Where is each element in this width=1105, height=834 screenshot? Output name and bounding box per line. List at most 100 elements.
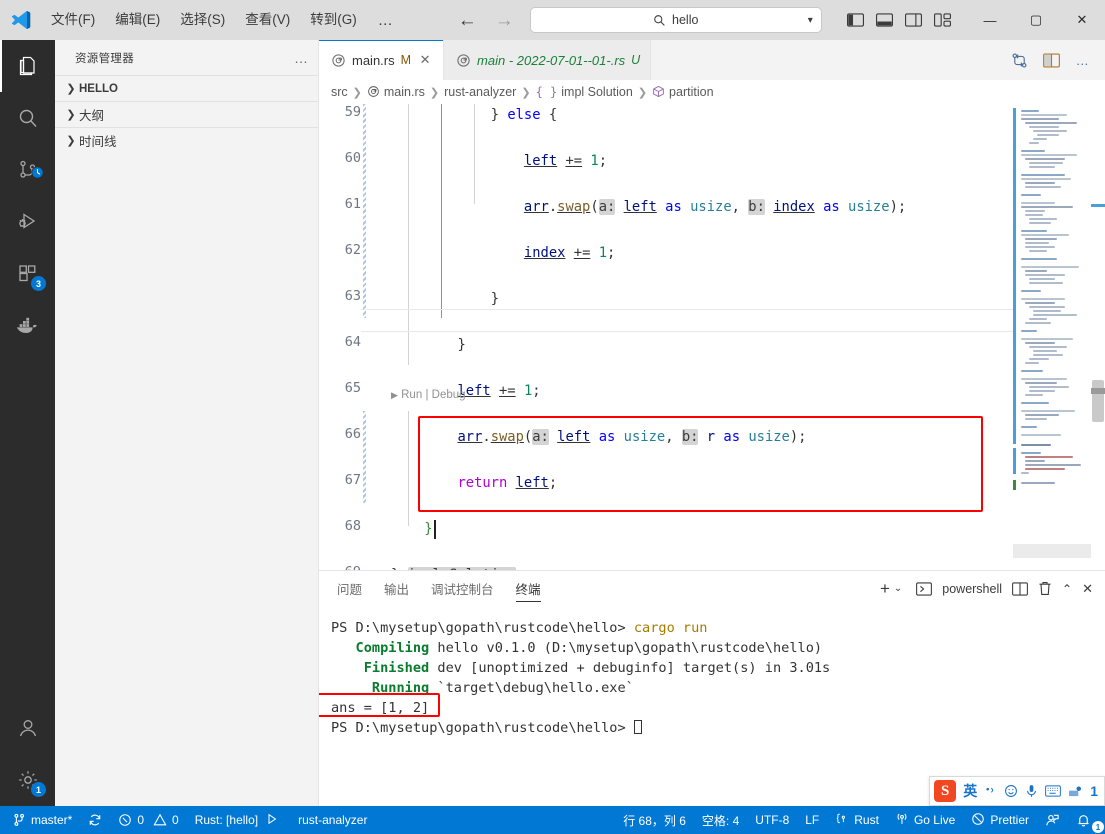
new-terminal-chevron-icon[interactable]: ⌄ bbox=[894, 578, 902, 600]
code-editor[interactable]: 59 } else { 60 left += 1; 61 arr.swap(a:… bbox=[319, 104, 1105, 570]
terminal-prompt: PS D:\mysetup\gopath\rustcode\hello> bbox=[331, 620, 634, 636]
menu-edit[interactable]: 编辑(E) bbox=[106, 6, 169, 34]
status-sync-button[interactable] bbox=[80, 806, 110, 834]
rust-icon bbox=[456, 53, 471, 68]
minimap-slider[interactable] bbox=[1013, 544, 1091, 558]
sidebar-item-explorer[interactable] bbox=[0, 40, 55, 92]
code-row[interactable]: 63 } bbox=[319, 288, 1105, 311]
status-remote-indicator[interactable]: master* bbox=[0, 806, 80, 834]
keyboard-icon[interactable] bbox=[1045, 785, 1062, 797]
window-minimize-button[interactable]: — bbox=[967, 0, 1013, 40]
sidebar-item-run-and-debug[interactable] bbox=[0, 196, 55, 248]
terminal-name-label[interactable]: powershell bbox=[942, 582, 1002, 596]
sogou-logo-icon[interactable]: S bbox=[934, 780, 957, 802]
ime-mode-label[interactable]: 英 bbox=[963, 781, 977, 801]
status-feedback-button[interactable] bbox=[1037, 806, 1068, 834]
tab-main-rs[interactable]: main.rs M ✕ bbox=[319, 40, 445, 80]
status-rust-toolchain[interactable]: Rust: [hello] bbox=[187, 806, 286, 834]
window-close-button[interactable]: ✕ bbox=[1059, 0, 1105, 40]
back-arrow-icon[interactable]: ← bbox=[458, 11, 477, 30]
skin-icon[interactable] bbox=[1068, 785, 1083, 798]
line-number: 65 bbox=[344, 380, 361, 396]
menu-view[interactable]: 查看(V) bbox=[236, 6, 299, 34]
window-maximize-button[interactable]: ▢ bbox=[1013, 0, 1059, 40]
split-terminal-icon[interactable] bbox=[1012, 578, 1028, 600]
toggle-panel-icon[interactable] bbox=[873, 9, 895, 31]
sidebar-section-hello[interactable]: ❯ HELLO bbox=[55, 75, 318, 101]
split-editor-icon[interactable] bbox=[1041, 50, 1061, 70]
trash-icon[interactable] bbox=[1038, 578, 1052, 600]
code-row[interactable]: 64 } bbox=[319, 334, 1105, 357]
code-row[interactable]: 61 arr.swap(a: left as usize, b: index a… bbox=[319, 196, 1105, 219]
voice-comma-icon[interactable] bbox=[984, 785, 997, 798]
breadcrumb-item-rust-analyzer[interactable]: rust-analyzer bbox=[444, 85, 516, 99]
toggle-secondary-sidebar-icon[interactable] bbox=[902, 9, 924, 31]
menu-file[interactable]: 文件(F) bbox=[42, 6, 104, 34]
breadcrumb-item-impl-solution[interactable]: { } impl Solution bbox=[536, 85, 633, 99]
code-row[interactable]: 59 } else { bbox=[319, 104, 1105, 127]
menu-go[interactable]: 转到(G) bbox=[301, 6, 366, 34]
menu-selection[interactable]: 选择(S) bbox=[171, 6, 234, 34]
command-center-search[interactable]: hello ▾ bbox=[529, 7, 822, 33]
code-row[interactable]: 67 return left; bbox=[319, 472, 1105, 495]
code-row[interactable]: 68 } bbox=[319, 518, 1105, 541]
sidebar-item-extensions[interactable]: 3 bbox=[0, 248, 55, 300]
code-row[interactable]: 69 } impl Solution bbox=[319, 564, 1105, 570]
sidebar-section-outline[interactable]: ❯ 大纲 bbox=[55, 101, 318, 127]
terminal-status-finished: Finished bbox=[331, 660, 430, 676]
status-problems[interactable]: 0 0 bbox=[110, 806, 186, 834]
tab-problems[interactable]: 问题 bbox=[337, 571, 362, 606]
editor-scrollbar[interactable] bbox=[1091, 104, 1105, 570]
menu-more[interactable]: … bbox=[368, 10, 404, 31]
chevron-down-icon[interactable]: ▾ bbox=[808, 15, 813, 26]
toggle-primary-sidebar-icon[interactable] bbox=[844, 9, 866, 31]
code-row[interactable]: 66 arr.swap(a: left as usize, b: r as us… bbox=[319, 426, 1105, 449]
status-encoding[interactable]: UTF-8 bbox=[747, 806, 797, 834]
status-branch-label: master* bbox=[31, 813, 73, 827]
code-pane[interactable]: 59 } else { 60 left += 1; 61 arr.swap(a:… bbox=[319, 104, 1105, 570]
status-indentation[interactable]: 空格: 4 bbox=[694, 806, 747, 834]
status-language-mode[interactable]: Rust bbox=[827, 806, 887, 834]
tab-main-backup-rs[interactable]: main - 2022-07-01--01-.rs U bbox=[444, 40, 652, 80]
sidebar-item-source-control[interactable] bbox=[0, 144, 55, 196]
emoji-icon[interactable] bbox=[1004, 784, 1018, 798]
forward-arrow-icon[interactable]: → bbox=[495, 11, 514, 30]
title-bar: 文件(F) 编辑(E) 选择(S) 查看(V) 转到(G) … ← → hell… bbox=[0, 0, 1105, 40]
status-eol[interactable]: LF bbox=[797, 806, 827, 834]
breadcrumb-item-main-rs[interactable]: main.rs bbox=[367, 85, 425, 99]
mic-icon[interactable] bbox=[1025, 784, 1038, 798]
manage-settings-button[interactable]: 1 bbox=[0, 754, 55, 806]
status-rust-analyzer[interactable]: rust-analyzer bbox=[286, 806, 375, 834]
minimap[interactable] bbox=[1013, 104, 1091, 570]
scrollbar-thumb[interactable] bbox=[1092, 380, 1104, 422]
status-cursor-position[interactable]: 行 68，列 6 bbox=[615, 806, 694, 834]
status-notifications-button[interactable]: 1 bbox=[1068, 806, 1105, 834]
sidebar-item-search[interactable] bbox=[0, 92, 55, 144]
ime-toolbar[interactable]: S 英 1 bbox=[929, 776, 1105, 806]
tab-debug-console[interactable]: 调试控制台 bbox=[431, 571, 494, 606]
sidebar-more-actions[interactable]: … bbox=[294, 50, 309, 66]
sidebar-item-docker[interactable] bbox=[0, 300, 55, 352]
status-prettier[interactable]: Prettier bbox=[963, 806, 1037, 834]
tab-close-icon[interactable]: ✕ bbox=[417, 52, 433, 68]
code-lens-run-debug[interactable]: ▶ Run | Debug bbox=[391, 385, 466, 405]
tab-output[interactable]: 输出 bbox=[384, 571, 409, 606]
code-lens-run[interactable]: Run bbox=[401, 389, 422, 401]
maximize-panel-icon[interactable]: ⌃ bbox=[1062, 578, 1072, 600]
sidebar-section-timeline[interactable]: ❯ 时间线 bbox=[55, 127, 318, 153]
close-panel-icon[interactable]: ✕ bbox=[1082, 578, 1093, 600]
split-editor-compare-icon[interactable] bbox=[1009, 50, 1029, 70]
breadcrumb-item-partition[interactable]: partition bbox=[652, 85, 714, 99]
new-terminal-button[interactable]: + bbox=[880, 578, 890, 600]
play-icon[interactable] bbox=[266, 813, 278, 828]
tab-terminal[interactable]: 终端 bbox=[515, 571, 541, 606]
accounts-button[interactable] bbox=[0, 702, 55, 754]
code-lens-debug[interactable]: Debug bbox=[432, 389, 466, 401]
breadcrumb-item-src[interactable]: src bbox=[331, 85, 348, 99]
customize-layout-icon[interactable] bbox=[931, 9, 953, 31]
more-actions-icon[interactable]: … bbox=[1073, 50, 1093, 70]
code-row[interactable]: 60 left += 1; bbox=[319, 150, 1105, 173]
code-row[interactable]: 62 index += 1; bbox=[319, 242, 1105, 265]
status-go-live[interactable]: Go Live bbox=[887, 806, 963, 834]
line-content: } impl Solution bbox=[391, 564, 516, 570]
